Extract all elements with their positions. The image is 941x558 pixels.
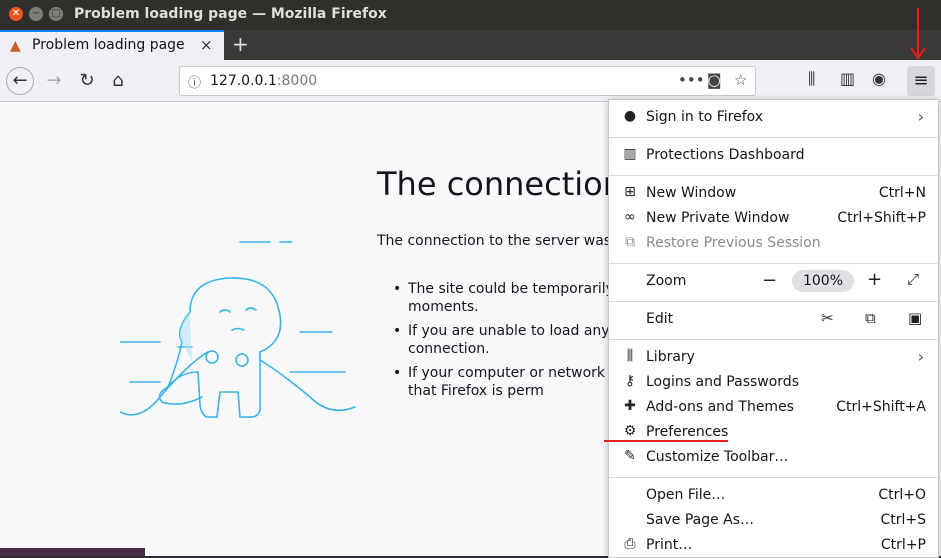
menu-item-library[interactable]: ⫼ Library › bbox=[609, 346, 938, 371]
tab-problem-loading[interactable]: ▲ Problem loading page × bbox=[0, 30, 224, 60]
menu-item-sign-in[interactable]: ● Sign in to Firefox › bbox=[609, 106, 938, 131]
tab-strip: ▲ Problem loading page × + bbox=[0, 30, 941, 60]
chevron-right-icon: › bbox=[917, 347, 924, 366]
chart-icon: ▥ bbox=[623, 146, 637, 162]
tab-close-button[interactable]: × bbox=[200, 36, 213, 54]
forward-button[interactable]: → bbox=[40, 67, 68, 95]
copy-icon[interactable]: ⧉ bbox=[865, 309, 876, 327]
fullscreen-icon[interactable]: ⤢ bbox=[907, 270, 919, 288]
desktop-background bbox=[0, 548, 145, 556]
error-description: The connection to the server was r bbox=[377, 233, 622, 249]
warning-icon: ▲ bbox=[10, 38, 21, 54]
app-menu-panel: ● Sign in to Firefox › ▥ Protections Das… bbox=[608, 99, 939, 558]
red-arrow-annotation bbox=[910, 8, 926, 60]
back-button[interactable]: ← bbox=[6, 67, 34, 95]
menu-item-restore-session[interactable]: ⧉ Restore Previous Session bbox=[609, 232, 938, 257]
page-actions-icon[interactable]: ••• bbox=[678, 71, 705, 89]
zoom-in-button[interactable]: + bbox=[867, 269, 882, 290]
pocket-icon[interactable]: ◙ bbox=[707, 71, 722, 89]
key-icon: ⚷ bbox=[624, 373, 636, 389]
menu-item-addons[interactable]: ✚ Add-ons and Themes Ctrl+Shift+A bbox=[609, 396, 938, 421]
menu-item-customize-toolbar[interactable]: ✎ Customize Toolbar… bbox=[609, 446, 938, 471]
chevron-right-icon: › bbox=[917, 107, 924, 126]
gear-icon: ⚙ bbox=[623, 423, 637, 439]
window-close-button[interactable]: ✕ bbox=[9, 7, 23, 21]
menu-separator bbox=[609, 263, 938, 264]
menu-separator bbox=[609, 339, 938, 340]
window-maximize-button[interactable]: □ bbox=[49, 7, 63, 21]
library-icon[interactable]: ⫼ bbox=[808, 69, 815, 89]
tab-label: Problem loading page bbox=[32, 37, 185, 53]
paintbrush-icon: ✎ bbox=[624, 448, 636, 464]
menu-item-edit: Edit ✂ ⧉ ▣ bbox=[646, 309, 923, 327]
printer-icon: ⎙ bbox=[624, 536, 636, 552]
menu-item-protections[interactable]: ▥ Protections Dashboard bbox=[609, 144, 938, 169]
menu-item-open-file[interactable]: Open File… Ctrl+O bbox=[609, 484, 938, 509]
puzzle-icon: ✚ bbox=[624, 398, 636, 414]
menu-item-zoom: Zoom − 100% + ⤢ bbox=[646, 269, 920, 292]
bookmark-star-icon[interactable]: ☆ bbox=[734, 71, 747, 89]
sidebar-icon[interactable]: ▥ bbox=[840, 69, 855, 88]
private-mask-icon: ∞ bbox=[624, 209, 636, 225]
menu-separator bbox=[609, 175, 938, 176]
window-titlebar: ✕ − □ Problem loading page — Mozilla Fir… bbox=[0, 0, 941, 30]
error-title: The connection bbox=[377, 165, 623, 203]
restore-session-icon: ⧉ bbox=[625, 234, 635, 250]
new-window-icon: ⊞ bbox=[624, 184, 636, 200]
zoom-out-button[interactable]: − bbox=[762, 270, 777, 291]
paste-icon[interactable]: ▣ bbox=[908, 309, 922, 327]
new-tab-button[interactable]: + bbox=[232, 32, 249, 56]
menu-separator bbox=[609, 477, 938, 478]
window-title: Problem loading page — Mozilla Firefox bbox=[74, 6, 387, 22]
disconnected-dinosaur-illustration bbox=[120, 241, 356, 418]
red-underline-annotation bbox=[604, 440, 728, 442]
url-bar[interactable]: ⓘ 127.0.0.1:8000 ••• ◙ ☆ bbox=[179, 66, 756, 96]
menu-separator bbox=[609, 137, 938, 138]
menu-item-new-window[interactable]: ⊞ New Window Ctrl+N bbox=[609, 182, 938, 207]
zoom-reset-button[interactable]: 100% bbox=[792, 270, 854, 292]
cut-icon[interactable]: ✂ bbox=[821, 309, 834, 327]
library-icon: ⫼ bbox=[626, 348, 634, 364]
url-text[interactable]: 127.0.0.1:8000 bbox=[210, 73, 317, 89]
menu-separator bbox=[609, 301, 938, 302]
info-icon[interactable]: ⓘ bbox=[188, 72, 201, 91]
menu-item-logins[interactable]: ⚷ Logins and Passwords bbox=[609, 371, 938, 396]
menu-item-preferences[interactable]: ⚙ Preferences bbox=[609, 421, 938, 446]
reload-button[interactable]: ↻ bbox=[73, 67, 101, 95]
home-button[interactable]: ⌂ bbox=[104, 67, 132, 95]
account-icon: ● bbox=[623, 108, 637, 124]
menu-item-new-private-window[interactable]: ∞ New Private Window Ctrl+Shift+P bbox=[609, 207, 938, 232]
account-icon[interactable]: ◉ bbox=[872, 69, 886, 88]
window-minimize-button[interactable]: − bbox=[29, 7, 43, 21]
menu-item-save-page[interactable]: Save Page As… Ctrl+S bbox=[609, 509, 938, 534]
open-menu-button[interactable]: ≡ bbox=[907, 66, 935, 96]
menu-item-print[interactable]: ⎙ Print… Ctrl+P bbox=[609, 534, 938, 557]
navigation-toolbar: ← → ↻ ⌂ ⓘ 127.0.0.1:8000 ••• ◙ ☆ ⫼ ▥ ◉ ≡ bbox=[0, 60, 941, 102]
